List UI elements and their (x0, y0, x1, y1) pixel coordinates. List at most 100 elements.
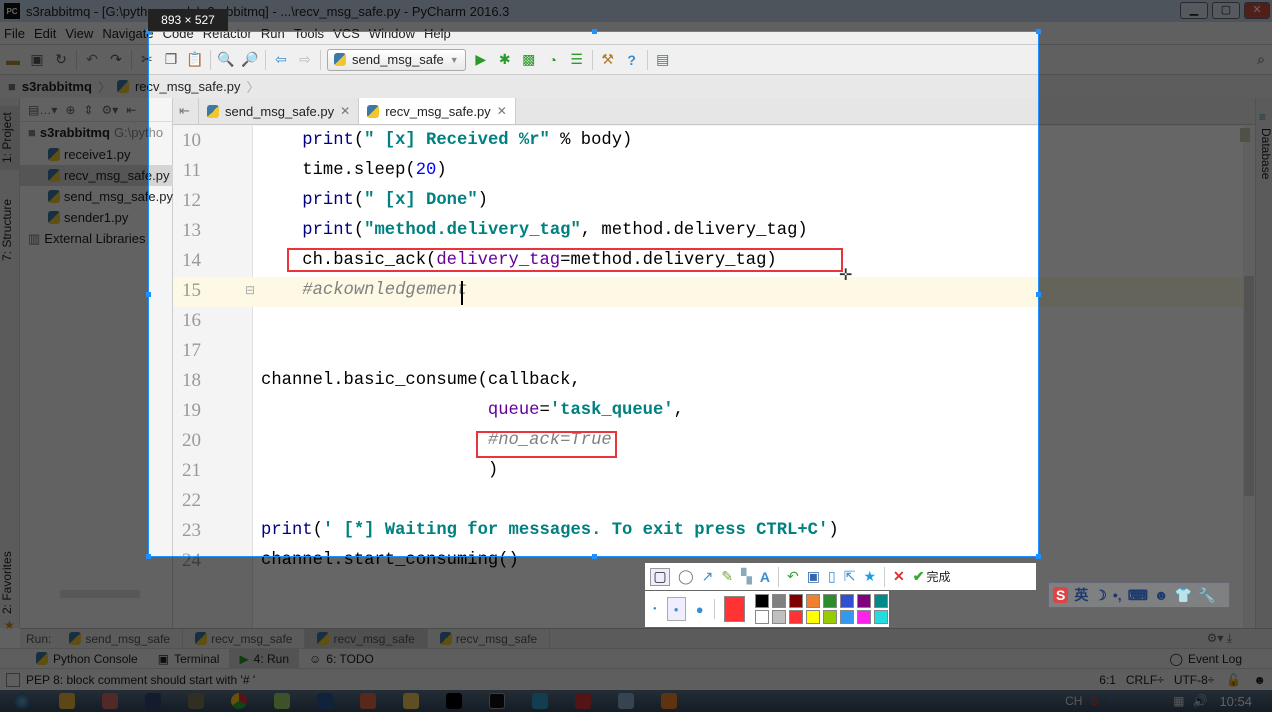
volume-icon[interactable]: 🔊 (1193, 694, 1208, 708)
size-small-icon[interactable]: ● (653, 606, 657, 612)
taskbar-app[interactable] (563, 691, 603, 712)
breadcrumb-file[interactable]: recv_msg_safe.py (135, 79, 241, 94)
code-line[interactable]: queue='task_queue', (261, 396, 684, 426)
taskbar-app[interactable] (348, 691, 388, 712)
taskbar-paint[interactable] (606, 691, 646, 712)
ime-mode[interactable]: 英 (1074, 585, 1088, 605)
code-line[interactable]: print("method.delivery_tag", method.deli… (261, 216, 807, 246)
sync-icon[interactable]: ↻ (52, 51, 70, 69)
color-swatch[interactable] (840, 594, 854, 608)
breadcrumb-project[interactable]: s3rabbitmq (22, 79, 92, 94)
forward-icon[interactable]: ⇨ (296, 51, 314, 69)
inspector-icon[interactable]: ☻ (1253, 673, 1266, 687)
text-tool-icon[interactable]: A (760, 569, 770, 585)
run-tab[interactable]: recv_msg_safe (183, 628, 306, 649)
network-icon[interactable]: ▦ (1173, 694, 1184, 708)
user-icon[interactable]: ☻ (1154, 587, 1169, 603)
collapse-all-icon[interactable]: ⇕ (83, 103, 93, 117)
tab-structure[interactable]: 7: Structure (0, 190, 20, 270)
taskbar-notepad[interactable] (262, 691, 302, 712)
tree-file-selected[interactable]: recv_msg_safe.py (20, 165, 173, 186)
color-swatch[interactable] (857, 594, 871, 608)
tree-file[interactable]: receive1.py (20, 144, 173, 165)
code-line[interactable]: channel.start_consuming() (261, 546, 519, 576)
code-line[interactable]: ) (261, 456, 498, 486)
copy-icon[interactable]: ❐ (162, 51, 180, 69)
menu-vcs[interactable]: VCS (333, 26, 360, 41)
help-tray-icon[interactable]: ? (1106, 694, 1113, 708)
size-medium-icon[interactable]: ● (666, 597, 686, 621)
concurrency-icon[interactable]: ☰ (568, 51, 586, 69)
color-swatch[interactable] (823, 594, 837, 608)
sdk-manager-icon[interactable]: ▤ (654, 51, 672, 69)
size-large-icon[interactable]: ● (696, 602, 704, 617)
annotation-rectangle[interactable] (287, 248, 843, 272)
color-swatch[interactable] (857, 610, 871, 624)
menu-help[interactable]: Help (424, 26, 451, 41)
code-line[interactable]: #ackownledgement (261, 276, 467, 306)
menu-window[interactable]: Window (369, 26, 415, 41)
color-swatch[interactable] (840, 610, 854, 624)
menu-file[interactable]: File (4, 26, 25, 41)
color-swatch[interactable] (772, 610, 786, 624)
settings-wrench-icon[interactable]: ⚒ (599, 51, 617, 69)
hide-sidebar-icon[interactable]: ⇤ (173, 98, 199, 124)
help-icon[interactable]: ? (623, 51, 641, 69)
code-line[interactable]: time.sleep(20) (261, 156, 446, 186)
color-swatch[interactable] (806, 594, 820, 608)
tree-external-libraries[interactable]: ▥ External Libraries (20, 228, 173, 249)
save-icon[interactable]: ▣ (28, 51, 46, 69)
run-tab-active[interactable]: recv_msg_safe (305, 628, 428, 649)
tree-file[interactable]: send_msg_safe.py (20, 186, 173, 207)
sogou-tray-icon[interactable]: S (1090, 694, 1098, 708)
code-line[interactable]: print(" [x] Received %r" % body) (261, 126, 632, 156)
cancel-icon[interactable]: ✕ (893, 568, 905, 585)
close-tab-icon[interactable]: ✕ (340, 104, 350, 118)
find-icon[interactable]: 🔍 (217, 51, 235, 69)
vertical-scrollbar[interactable] (1243, 126, 1255, 628)
status-toggle-icon[interactable] (6, 672, 20, 687)
clock[interactable]: 10:54 (1219, 694, 1252, 709)
redo-icon[interactable]: ↷ (107, 51, 125, 69)
replace-icon[interactable]: 🔎 (241, 51, 259, 69)
color-swatch[interactable] (874, 610, 888, 624)
run-tab[interactable]: recv_msg_safe (428, 628, 551, 649)
taskbar-app[interactable] (133, 691, 173, 712)
coverage-icon[interactable]: ▩ (520, 51, 538, 69)
hide-panel-icon[interactable]: ⇤ (126, 103, 136, 117)
save-icon[interactable]: ▣ (807, 568, 820, 585)
menu-view[interactable]: View (65, 26, 93, 41)
view-select-icon[interactable]: ▤…▾ (28, 103, 57, 117)
back-icon[interactable]: ⇦ (272, 51, 290, 69)
run-gear-icon[interactable]: ⚙▾ ⤓ (1207, 631, 1232, 646)
color-swatch[interactable] (823, 610, 837, 624)
menu-edit[interactable]: Edit (34, 26, 56, 41)
search-everywhere-icon[interactable]: ⌕ (1252, 50, 1270, 68)
tab-database[interactable]: Database (1256, 128, 1272, 179)
color-swatch[interactable] (789, 610, 803, 624)
taskbar-app[interactable] (176, 691, 216, 712)
tab-terminal[interactable]: ▣ Terminal (148, 649, 230, 669)
color-swatch[interactable] (806, 610, 820, 624)
line-separator[interactable]: CRLF÷ (1126, 673, 1164, 687)
taskbar-app[interactable] (47, 691, 87, 712)
profile-icon[interactable]: ◔ (544, 51, 562, 69)
done-button[interactable]: ✔ 完成 (913, 568, 951, 585)
maximize-button[interactable]: ▢ (1212, 2, 1240, 19)
menu-tools[interactable]: Tools (294, 26, 324, 41)
skin-icon[interactable]: 👕 (1175, 587, 1192, 604)
debug-icon[interactable]: ✱ (496, 51, 514, 69)
punctuation-icon[interactable]: •, (1113, 587, 1122, 603)
tab-favorites[interactable]: 2: Favorites (0, 548, 20, 618)
tab-run[interactable]: ▶ 4: Run (229, 648, 300, 669)
color-swatch[interactable] (755, 610, 769, 624)
run-tab[interactable]: send_msg_safe (57, 628, 184, 649)
taskbar-explorer[interactable] (391, 691, 431, 712)
cut-icon[interactable]: ✂ (138, 51, 156, 69)
minimize-button[interactable]: ▁ (1180, 2, 1208, 19)
color-swatch[interactable] (772, 594, 786, 608)
code-line[interactable]: print(' [*] Waiting for messages. To exi… (261, 516, 839, 546)
file-encoding[interactable]: UTF-8÷ (1174, 673, 1215, 687)
run-config-select[interactable]: send_msg_safe ▼ (327, 48, 466, 71)
moon-icon[interactable]: ☽ (1094, 587, 1107, 604)
